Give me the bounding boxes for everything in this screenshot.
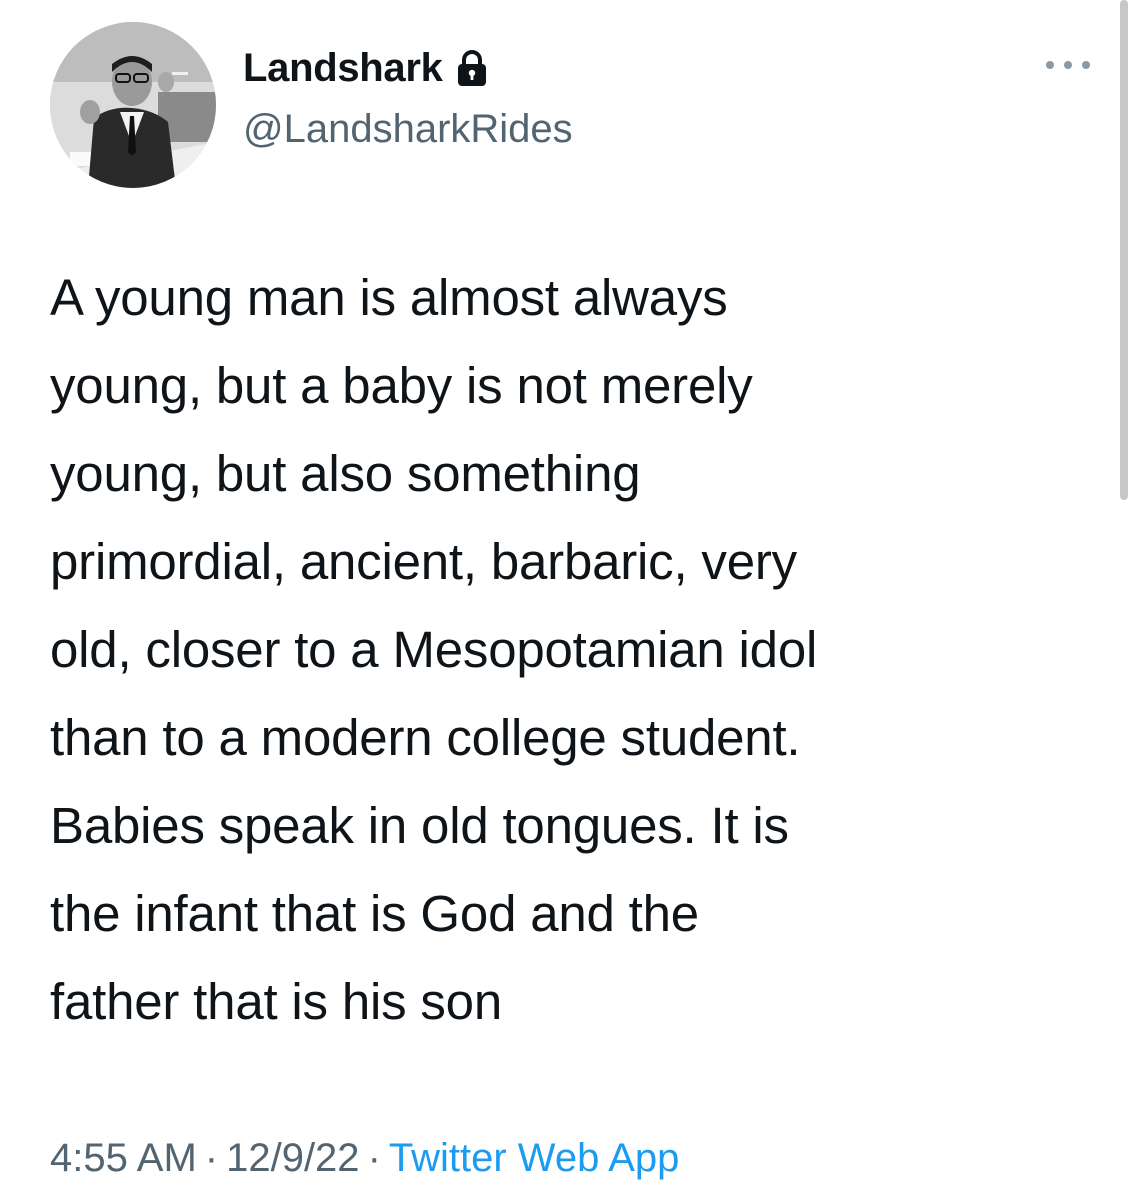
lock-icon [455,48,489,88]
more-horizontal-icon[interactable] [1040,50,1096,80]
meta-separator: · [204,1136,219,1180]
scrollbar[interactable] [1120,0,1128,500]
tweet-text-line: than to a modern college student. [50,709,801,766]
author-name-row[interactable]: Landshark [243,42,489,94]
tweet-text-line: old, closer to a Mesopotamian idol [50,621,818,678]
tweet-text: A young man is almost always young, but … [50,254,1110,1046]
tweet-text-line: primordial, ancient, barbaric, very [50,533,797,590]
author-handle[interactable]: @LandsharkRides [243,103,573,155]
tweet-date[interactable]: 12/9/22 [226,1136,359,1180]
tweet-timestamp[interactable]: 4:55 AM [50,1136,197,1180]
tweet-text-line: young, but a baby is not merely [50,357,753,414]
meta-separator: · [367,1136,381,1180]
tweet-text-line: the infant that is God and the [50,885,699,942]
profile-photo [50,22,216,188]
tweet-text-line: father that is his son [50,973,503,1030]
author-display-name[interactable]: Landshark [243,42,443,94]
tweet-text-line: Babies speak in old tongues. It is [50,797,789,854]
tweet-text-line: A young man is almost always [50,269,728,326]
avatar[interactable] [50,22,216,188]
tweet: Landshark @LandsharkRides A young man is… [0,0,1144,1200]
tweet-source-link[interactable]: Twitter Web App [389,1136,680,1180]
tweet-meta: 4:55 AM · 12/9/22 · Twitter Web App [50,1128,679,1188]
tweet-text-line: young, but also something [50,445,641,502]
